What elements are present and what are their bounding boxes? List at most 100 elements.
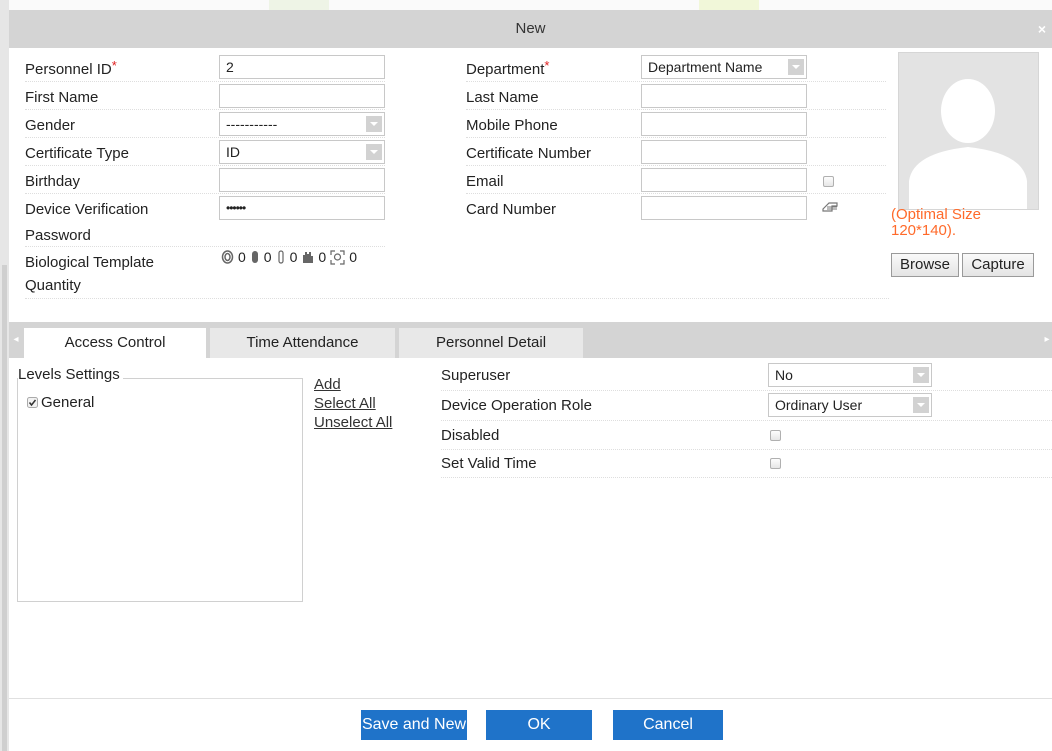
row-divider bbox=[466, 193, 886, 194]
email-label: Email bbox=[466, 173, 504, 190]
palm-count: 0 bbox=[318, 249, 327, 265]
photo-size-hint: (Optimal Size 120*140). bbox=[891, 207, 981, 239]
select-value: ID bbox=[226, 144, 240, 160]
checkbox-checked-icon[interactable] bbox=[27, 397, 38, 408]
last-name-input[interactable] bbox=[641, 84, 807, 108]
device-verification-label-2: Password bbox=[25, 227, 91, 244]
row-divider bbox=[25, 137, 385, 138]
personnel-id-label: Personnel ID* bbox=[25, 58, 117, 78]
input-value: 2 bbox=[226, 59, 234, 75]
dropdown-arrow-icon[interactable] bbox=[788, 59, 804, 75]
device-role-label: Device Operation Role bbox=[441, 397, 592, 414]
save-and-new-button[interactable]: Save and New bbox=[361, 710, 467, 740]
set-valid-time-label: Set Valid Time bbox=[441, 455, 537, 472]
unselect-all-link[interactable]: Unselect All bbox=[314, 414, 392, 431]
last-name-label: Last Name bbox=[466, 89, 539, 106]
mobile-phone-input[interactable] bbox=[641, 112, 807, 136]
birthday-input[interactable] bbox=[219, 168, 385, 192]
browse-button[interactable]: Browse bbox=[891, 253, 959, 277]
tab-bar: ◂ Access Control Time Attendance Personn… bbox=[9, 322, 1052, 358]
add-level-link[interactable]: Add bbox=[314, 376, 341, 393]
gender-select[interactable]: ----------- bbox=[219, 112, 385, 136]
dropdown-arrow-icon[interactable] bbox=[913, 367, 929, 383]
certificate-type-select[interactable]: ID bbox=[219, 140, 385, 164]
department-label: Department* bbox=[466, 58, 550, 78]
tab-scroll-right-icon[interactable]: ▸ bbox=[1042, 322, 1052, 358]
hint-line: (Optimal Size bbox=[891, 206, 982, 223]
level-label: General bbox=[41, 394, 95, 411]
disabled-checkbox[interactable] bbox=[770, 430, 781, 441]
level-item-general[interactable]: General bbox=[27, 394, 94, 411]
dropdown-arrow-icon[interactable] bbox=[913, 397, 929, 413]
finger-vein-count: 0 bbox=[263, 249, 272, 265]
visible-face-icon bbox=[330, 249, 345, 265]
bg-accent bbox=[699, 0, 759, 10]
required-mark: * bbox=[544, 58, 550, 73]
tab-time-attendance[interactable]: Time Attendance bbox=[210, 328, 395, 358]
device-role-select[interactable]: Ordinary User bbox=[768, 393, 932, 417]
device-verification-label: Device Verification bbox=[25, 201, 149, 218]
tab-scroll-left-icon[interactable]: ◂ bbox=[11, 322, 21, 358]
label-text: Personnel ID bbox=[25, 61, 112, 78]
select-value: Ordinary User bbox=[775, 397, 863, 413]
email-input[interactable] bbox=[641, 168, 807, 192]
superuser-select[interactable]: No bbox=[768, 363, 932, 387]
tab-access-control[interactable]: Access Control bbox=[24, 328, 206, 358]
row-divider bbox=[25, 246, 385, 247]
select-value: Department Name bbox=[648, 59, 763, 75]
fingerprint-count: 0 bbox=[238, 249, 246, 265]
palm-icon bbox=[303, 252, 314, 263]
certificate-number-label: Certificate Number bbox=[466, 145, 592, 162]
background-top bbox=[9, 0, 1052, 10]
card-reader-icon[interactable] bbox=[821, 200, 841, 214]
row-divider bbox=[441, 420, 1052, 421]
dropdown-arrow-icon[interactable] bbox=[366, 116, 382, 132]
first-name-label: First Name bbox=[25, 89, 99, 106]
close-icon[interactable]: × bbox=[1038, 10, 1046, 48]
personnel-id-input[interactable]: 2 bbox=[219, 55, 385, 79]
gender-label: Gender bbox=[25, 117, 76, 134]
dialog-titlebar: New × bbox=[9, 10, 1052, 48]
tab-personnel-detail[interactable]: Personnel Detail bbox=[399, 328, 583, 358]
row-divider bbox=[466, 137, 886, 138]
device-password-input[interactable]: •••••• bbox=[219, 196, 385, 220]
row-divider bbox=[466, 109, 886, 110]
first-name-input[interactable] bbox=[219, 84, 385, 108]
cancel-button[interactable]: Cancel bbox=[613, 710, 723, 740]
certificate-number-input[interactable] bbox=[641, 140, 807, 164]
levels-settings-box bbox=[17, 378, 303, 602]
row-divider bbox=[25, 109, 385, 110]
visible-face-count: 0 bbox=[349, 249, 357, 265]
birthday-label: Birthday bbox=[25, 173, 81, 190]
superuser-label: Superuser bbox=[441, 367, 511, 384]
select-all-link[interactable]: Select All bbox=[314, 395, 376, 412]
department-select[interactable]: Department Name bbox=[641, 55, 807, 79]
certificate-type-label: Certificate Type bbox=[25, 145, 129, 162]
card-number-input[interactable] bbox=[641, 196, 807, 220]
row-divider bbox=[25, 298, 889, 299]
face-icon bbox=[277, 250, 284, 264]
row-divider bbox=[441, 390, 1052, 391]
levels-settings-legend: Levels Settings bbox=[18, 366, 123, 383]
bg-accent bbox=[269, 0, 329, 10]
set-valid-time-checkbox[interactable] bbox=[770, 458, 781, 469]
ok-button[interactable]: OK bbox=[486, 710, 592, 740]
scroll-track bbox=[2, 265, 7, 751]
disabled-label: Disabled bbox=[441, 427, 500, 444]
capture-button[interactable]: Capture bbox=[962, 253, 1034, 277]
label-text: Department bbox=[466, 61, 545, 78]
row-divider bbox=[25, 165, 385, 166]
row-divider bbox=[441, 449, 1052, 450]
required-mark: * bbox=[111, 58, 117, 73]
row-divider bbox=[25, 81, 385, 82]
mobile-phone-label: Mobile Phone bbox=[466, 117, 558, 134]
dropdown-arrow-icon[interactable] bbox=[366, 144, 382, 160]
dialog-title: New bbox=[515, 20, 546, 37]
email-checkbox[interactable] bbox=[823, 176, 834, 187]
bio-template-label-2: Quantity bbox=[25, 277, 81, 294]
card-number-label: Card Number bbox=[466, 201, 557, 218]
bio-template-label: Biological Template bbox=[25, 254, 154, 271]
finger-vein-icon bbox=[251, 251, 258, 263]
row-divider bbox=[25, 193, 385, 194]
avatar-placeholder-icon bbox=[909, 79, 1027, 209]
